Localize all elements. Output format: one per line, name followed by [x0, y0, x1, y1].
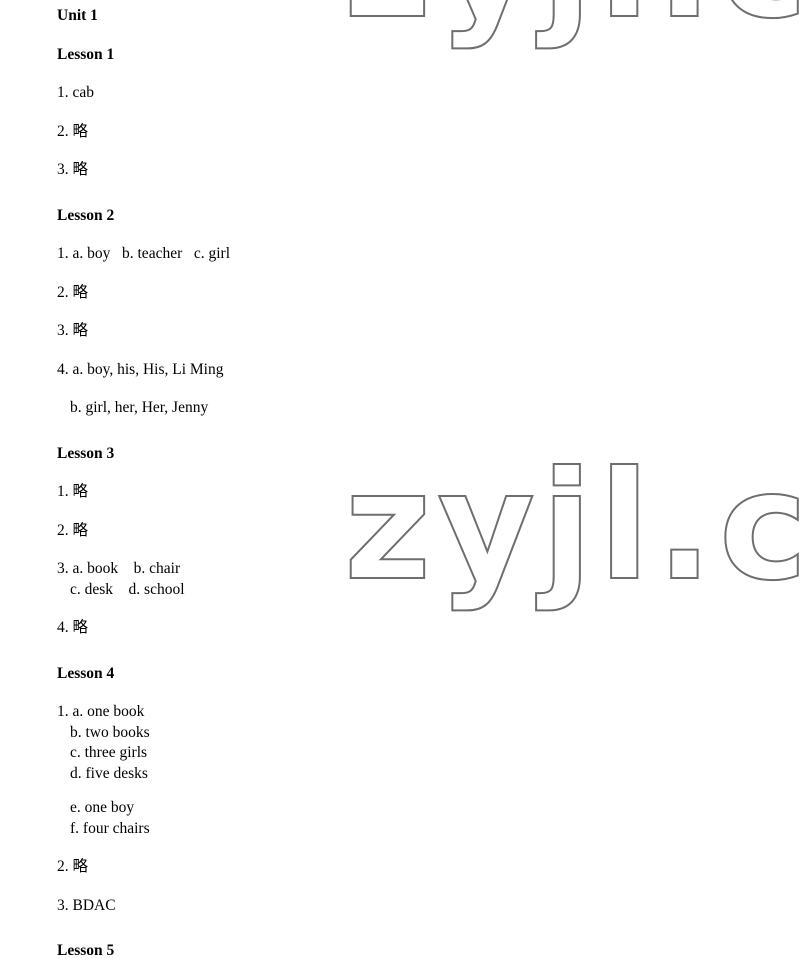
answer-line: 1. a. one book: [57, 703, 145, 720]
answer-subline: e. one boy: [70, 799, 135, 816]
answer-subline: f. four chairs: [70, 819, 150, 837]
answer-subline: c. desk d. school: [70, 580, 185, 598]
unit-title: Unit 1: [57, 7, 98, 24]
answer-line: 2. 略: [57, 122, 89, 140]
lesson-heading-4: Lesson 4: [57, 664, 115, 682]
answer-line: 2. 略: [57, 283, 89, 301]
answer-line: 3. a. book b. chair: [57, 560, 181, 577]
answer-line: 3. 略: [57, 161, 89, 178]
answer-subline: b. girl, her, Her, Jenny: [70, 399, 209, 416]
answer-line: 1. a. boy b. teacher c. girl: [57, 245, 231, 262]
answer-line: 1. cab: [57, 84, 95, 101]
document-page: Unit 1 Lesson 1 1. cab 2. 略 3. 略 Lesson …: [0, 0, 800, 958]
answer-line: 4. a. boy, his, His, Li Ming: [57, 360, 224, 378]
answer-line: 2. 略: [57, 521, 89, 539]
lesson-heading-3: Lesson 3: [57, 444, 115, 462]
answer-subline: b. two books: [70, 723, 150, 741]
lesson-heading-1: Lesson 1: [57, 45, 115, 63]
answer-key-content: Unit 1 Lesson 1 1. cab 2. 略 3. 略 Lesson …: [57, 0, 477, 959]
answer-subline: c. three girls: [70, 744, 148, 761]
lesson-heading-5: Lesson 5: [57, 942, 115, 959]
lesson-heading-2: Lesson 2: [57, 206, 115, 224]
answer-line: 2. 略: [57, 858, 89, 875]
answer-line: 1. 略: [57, 483, 89, 500]
answer-subline: d. five desks: [70, 764, 148, 782]
answer-line: 4. 略: [57, 619, 89, 636]
answer-line: 3. BDAC: [57, 896, 116, 914]
answer-line: 3. 略: [57, 322, 89, 339]
